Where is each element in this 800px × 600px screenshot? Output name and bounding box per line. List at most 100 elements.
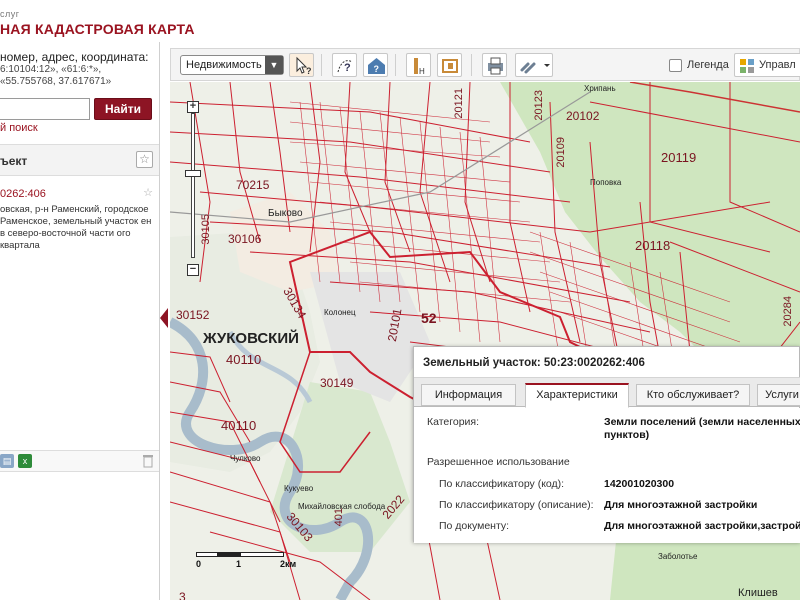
object-panel-header: ъект ☆	[0, 144, 159, 176]
parcel-label: 20284	[782, 296, 794, 327]
parcel-label: 30152	[176, 308, 210, 322]
svg-text:?: ?	[306, 66, 312, 76]
parcel-label: 30149	[320, 376, 354, 390]
description-label: По классификатору (описание):	[439, 499, 594, 511]
legend-label: Легенда	[687, 59, 729, 71]
export-icon[interactable]: ▤	[0, 454, 14, 468]
left-panel: номер, адрес, координата: 6:10104:12», «…	[0, 42, 160, 600]
search-example-2: «55.755768, 37.617671»	[0, 76, 112, 87]
svg-text:?: ?	[374, 64, 380, 74]
tab-information[interactable]: Информация	[421, 384, 516, 406]
parcel-label: 40110	[221, 418, 257, 433]
parcel-label: 30106	[228, 232, 262, 246]
place-label: Поповка	[590, 178, 622, 187]
svg-text:H: H	[419, 67, 425, 76]
popup-title: Земельный участок: 50:23:0020262:406	[423, 357, 645, 369]
printer-icon	[488, 57, 503, 75]
parcel-label: 20102	[566, 109, 600, 123]
search-input[interactable]	[0, 98, 90, 120]
place-label: Колонец	[324, 308, 356, 317]
app-header: слуг НАЯ КАДАСТРОВАЯ КАРТА	[0, 0, 800, 42]
place-label: Клишев	[738, 587, 778, 599]
manage-layers-button[interactable]: Управл	[734, 53, 800, 77]
link-button[interactable]	[515, 53, 553, 77]
house-question-icon: ?	[368, 58, 385, 74]
link-icon	[520, 62, 550, 74]
object-favorite-star-icon[interactable]: ☆	[143, 186, 153, 199]
parcel-label: 20118	[635, 238, 671, 253]
code-value: 142001020300	[604, 478, 675, 490]
object-description: овская, р-н Раменский, городское Раменск…	[0, 204, 152, 251]
place-label: Хрипань	[584, 84, 616, 93]
legend-checkbox[interactable]	[669, 59, 682, 72]
scale-tick: 0	[196, 559, 202, 569]
place-label: Михайловская слобода	[298, 502, 386, 511]
trash-icon[interactable]	[142, 454, 154, 468]
document-value: Для многоэтажной застройки,застрой	[604, 520, 800, 532]
grid-layers-icon	[740, 59, 754, 73]
zoom-in-button[interactable]: +	[187, 101, 199, 113]
left-panel-toolbar: ▤ x	[0, 450, 159, 472]
print-button[interactable]	[482, 53, 507, 77]
parcel-label: 30105	[200, 214, 212, 245]
scale-bar: 0 1 2км	[196, 552, 296, 572]
parcel-label: 70215	[236, 178, 270, 192]
document-label: По документу:	[439, 520, 510, 532]
identify-icon: ?	[337, 60, 353, 74]
zoom-slider-handle[interactable]	[185, 170, 201, 177]
info-tool-button[interactable]: ?	[363, 53, 388, 77]
map-toolbar: Недвижимость ▼ ? ? ? H Легенда Управл	[170, 48, 800, 81]
popup-tabs: Информация Характеристики Кто обслуживае…	[414, 377, 800, 408]
app-title[interactable]: НАЯ КАДАСТРОВАЯ КАРТА	[0, 21, 195, 37]
tab-services[interactable]: Услуги	[757, 384, 800, 406]
parcel-label: 3	[179, 590, 186, 600]
svg-text:?: ?	[344, 62, 351, 74]
popup-body: Категория: Земли поселений (земли населе…	[414, 408, 800, 543]
parcel-label: 20123	[533, 90, 545, 121]
measure-area-button[interactable]	[437, 53, 462, 77]
place-label: Быково	[268, 208, 303, 219]
chevron-down-icon: ▼	[265, 56, 283, 74]
excel-icon[interactable]: x	[18, 454, 32, 468]
place-label: ЖУКОВСКИЙ	[203, 330, 299, 347]
collapse-panel-handle[interactable]	[160, 308, 168, 328]
category-value: Земли поселений (земли населенных пункто…	[604, 416, 800, 441]
manage-layers-label: Управл	[759, 59, 796, 71]
search-example-1: 6:10104:12», «61:6:*»,	[0, 64, 102, 75]
advanced-search-link[interactable]: й поиск	[0, 122, 38, 134]
parcel-label: 52	[421, 310, 437, 326]
scale-tick: 1	[236, 559, 242, 569]
identify-tool-button[interactable]: ?	[332, 53, 357, 77]
object-panel-title: ъект	[0, 154, 28, 168]
parcel-label: 20109	[555, 137, 567, 168]
header-subtitle: слуг	[0, 9, 20, 19]
parcel-label: 20119	[661, 150, 697, 165]
scale-tick: 2км	[280, 559, 297, 569]
layer-select-value: Недвижимость	[186, 59, 262, 71]
favorites-star-icon[interactable]: ☆	[136, 151, 153, 168]
layer-select[interactable]: Недвижимость ▼	[180, 55, 284, 75]
find-button[interactable]: Найти	[94, 98, 152, 120]
description-value: Для многоэтажной застройки	[604, 499, 758, 511]
parcel-label: 20121	[453, 88, 465, 119]
ruler-icon: H	[414, 58, 425, 76]
search-hint: номер, адрес, координата: 6:10104:12», «…	[0, 50, 158, 88]
parcel-label: 40110	[226, 352, 262, 367]
place-label: Заболотье	[658, 552, 698, 561]
place-label: Чулково	[230, 454, 261, 463]
object-cadastral-link[interactable]: 0262:406	[0, 188, 46, 200]
select-tool-button[interactable]: ?	[289, 53, 314, 77]
tab-characteristics[interactable]: Характеристики	[525, 383, 629, 408]
cursor-question-icon: ?	[296, 56, 312, 76]
place-label: Кукуево	[284, 484, 314, 493]
search-hint-title: номер, адрес, координата:	[0, 50, 149, 64]
measure-distance-button[interactable]: H	[406, 53, 431, 77]
zoom-slider[interactable]	[191, 113, 195, 258]
code-label: По классификатору (код):	[439, 478, 565, 490]
permitted-use-header: Разрешенное использование	[427, 456, 570, 468]
map-canvas[interactable]: 20121 20123 20102 20109 20119 20118 7021…	[170, 82, 800, 600]
zoom-out-button[interactable]: −	[187, 264, 199, 276]
category-label: Категория:	[427, 416, 480, 428]
parcel-popup: Земельный участок: 50:23:0020262:406 Инф…	[413, 346, 800, 543]
tab-who-serves[interactable]: Кто обслуживает?	[636, 384, 750, 406]
